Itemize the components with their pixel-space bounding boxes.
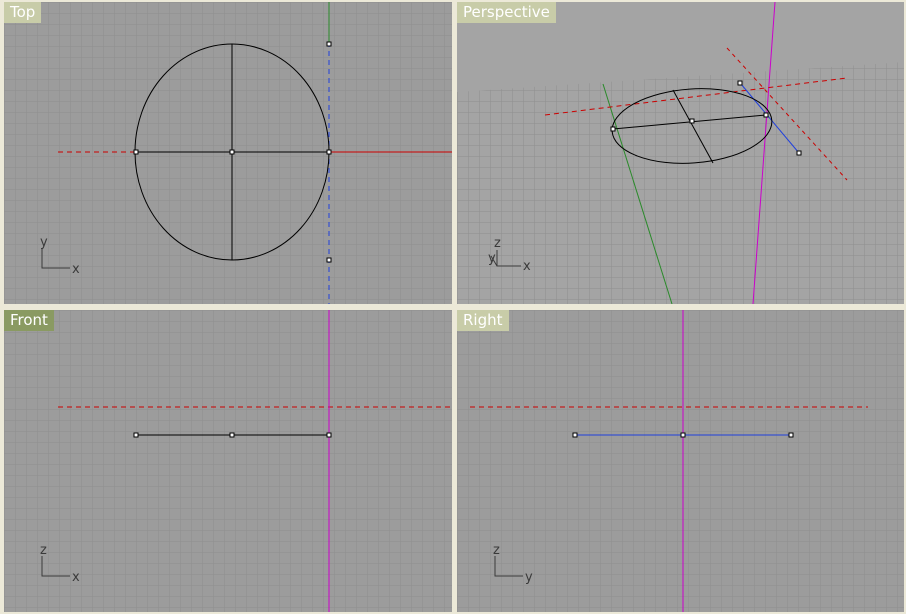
viewport-right[interactable]: z y Right (457, 310, 904, 612)
top-canvas[interactable]: y x (4, 2, 452, 304)
viewport-title-right[interactable]: Right (457, 310, 509, 331)
axis-label-y: y (525, 570, 533, 585)
grid (4, 310, 452, 612)
axis-label-z: z (493, 543, 500, 558)
axis-label-x: x (523, 259, 531, 274)
viewport-title-perspective[interactable]: Perspective (457, 2, 556, 23)
axis-label-z: z (494, 236, 501, 251)
axis-label-x: x (72, 262, 80, 277)
viewport-title-front[interactable]: Front (4, 310, 54, 331)
axis-label-y: y (488, 251, 496, 266)
axis-label-z: z (40, 543, 47, 558)
front-canvas[interactable]: z x (4, 310, 452, 612)
right-canvas[interactable]: z y (457, 310, 904, 612)
viewport-top[interactable]: y x Top (4, 2, 452, 304)
axis-label-x: x (72, 570, 80, 585)
viewport-perspective[interactable]: z y x Perspective (457, 2, 904, 304)
viewport-title-top[interactable]: Top (4, 2, 42, 23)
grid (457, 310, 904, 612)
viewport-front[interactable]: z x Front (4, 310, 452, 612)
grid (4, 2, 452, 304)
perspective-canvas[interactable]: z y x (457, 2, 904, 304)
axis-label-y: y (40, 235, 48, 250)
